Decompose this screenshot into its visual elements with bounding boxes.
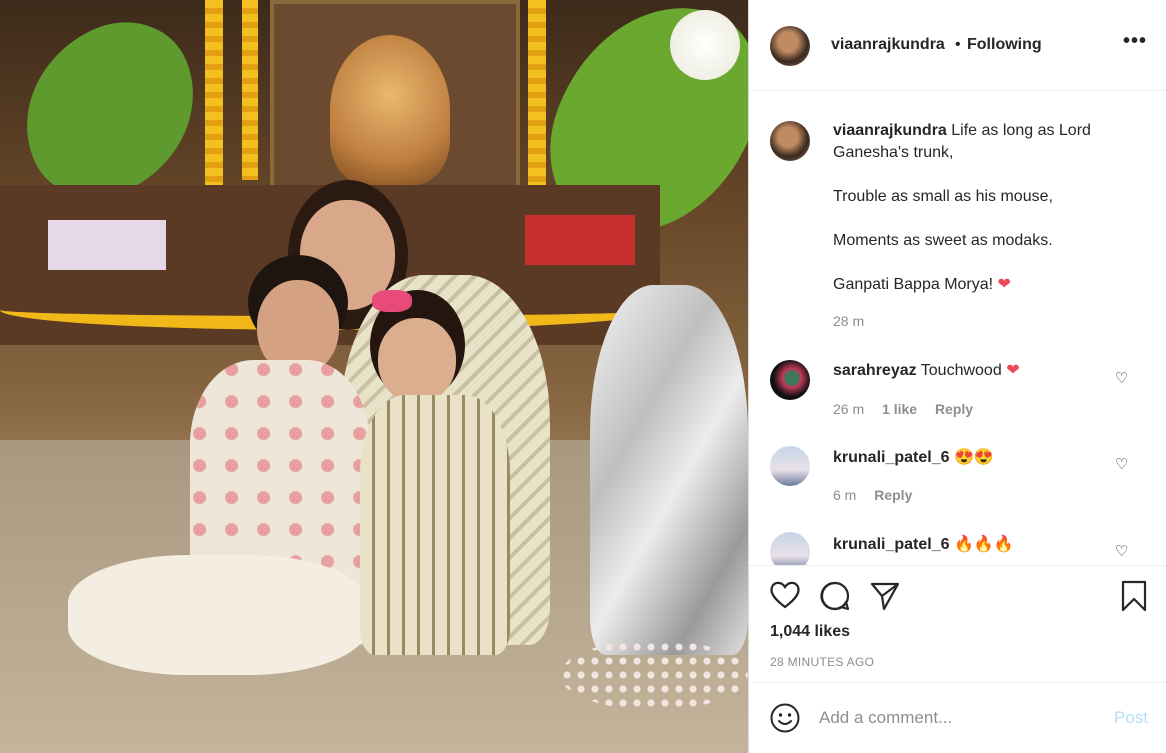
- like-heart-icon[interactable]: [769, 580, 801, 615]
- post-photo[interactable]: [0, 0, 748, 753]
- separator-dot: •: [955, 36, 961, 53]
- comment-avatar[interactable]: [770, 446, 810, 486]
- post-header: viaanrajkundra • Following •••: [749, 0, 1166, 91]
- post-actions: 1,044 likes 28 MINUTES AGO: [749, 565, 1166, 683]
- caption-avatar[interactable]: [770, 121, 810, 161]
- caption-username[interactable]: viaanrajkundra: [833, 122, 947, 139]
- caption-line-4-wrap: Ganpati Bappa Morya! ❤: [833, 274, 1011, 296]
- comment-time: 26 m: [833, 401, 865, 417]
- red-heart-emoji: ❤: [1006, 362, 1020, 379]
- comment-avatar[interactable]: [770, 532, 810, 565]
- girl-dress: [360, 395, 510, 655]
- author-username[interactable]: viaanrajkundra: [831, 36, 945, 54]
- comments-list[interactable]: viaanrajkundra Life as long as Lord Gane…: [749, 91, 1166, 565]
- comment-text-row: krunali_patel_6 🔥🔥🔥: [833, 534, 1014, 556]
- red-heart-emoji: ❤: [997, 276, 1011, 293]
- offering-box: [48, 220, 166, 270]
- more-options-icon[interactable]: •••: [1123, 30, 1147, 53]
- flower-petals: [560, 640, 748, 710]
- save-bookmark-icon[interactable]: [1120, 580, 1148, 617]
- comment-username[interactable]: sarahreyaz: [833, 362, 917, 379]
- comment-like-icon[interactable]: ♡: [1115, 369, 1128, 387]
- caption-line-3: Moments as sweet as modaks.: [833, 232, 1053, 249]
- flowers-white: [670, 10, 740, 80]
- comment-like-icon[interactable]: ♡: [1115, 542, 1128, 560]
- comment-emoji: 🔥🔥🔥: [953, 536, 1014, 553]
- silver-elephant: [590, 285, 748, 655]
- share-paper-plane-icon[interactable]: [869, 580, 901, 617]
- caption-time: 28 m: [833, 313, 865, 329]
- caption: viaanrajkundra Life as long as Lord Gane…: [833, 120, 1143, 164]
- comment-likes-link[interactable]: 1 like: [882, 401, 917, 417]
- comment-text-row: sarahreyaz Touchwood ❤: [833, 360, 1020, 382]
- caption-line-2: Trouble as small as his mouse,: [833, 188, 1053, 205]
- comment-bubble-icon[interactable]: [819, 580, 851, 617]
- likes-count[interactable]: 1,044 likes: [770, 623, 850, 641]
- comment-text-row: krunali_patel_6 😍😍: [833, 447, 994, 469]
- girl-bow: [372, 290, 412, 312]
- ganesha-idol: [330, 35, 450, 185]
- comment-time: 6 m: [833, 487, 857, 503]
- reply-button[interactable]: Reply: [935, 401, 973, 417]
- following-button[interactable]: Following: [967, 36, 1042, 54]
- comment-like-icon[interactable]: ♡: [1115, 455, 1128, 473]
- comment-emoji: 😍😍: [953, 449, 994, 466]
- comment-text: Touchwood: [920, 362, 1002, 379]
- red-box: [525, 215, 635, 265]
- boy-pants: [68, 555, 368, 675]
- comment-meta: 6 m Reply: [833, 487, 912, 503]
- author-avatar[interactable]: [770, 26, 810, 66]
- post-comment-button[interactable]: Post: [1114, 708, 1148, 728]
- comment-avatar[interactable]: [770, 360, 810, 400]
- comment-input[interactable]: [819, 704, 1099, 732]
- post-timestamp[interactable]: 28 MINUTES AGO: [770, 655, 874, 669]
- marigold-garland-mid: [242, 0, 258, 180]
- reply-button[interactable]: Reply: [874, 487, 912, 503]
- marigold-garland-left: [205, 0, 223, 190]
- girl-face: [378, 318, 456, 403]
- marigold-garland-right: [528, 0, 546, 185]
- comment-username[interactable]: krunali_patel_6: [833, 536, 950, 553]
- comment-meta: 26 m 1 like Reply: [833, 401, 973, 417]
- caption-line-4: Ganpati Bappa Morya!: [833, 276, 994, 293]
- emoji-smiley-icon[interactable]: [769, 702, 801, 739]
- post-detail-panel: viaanrajkundra • Following ••• viaanrajk…: [748, 0, 1166, 753]
- add-comment-bar: Post: [749, 683, 1166, 753]
- comment-username[interactable]: krunali_patel_6: [833, 449, 950, 466]
